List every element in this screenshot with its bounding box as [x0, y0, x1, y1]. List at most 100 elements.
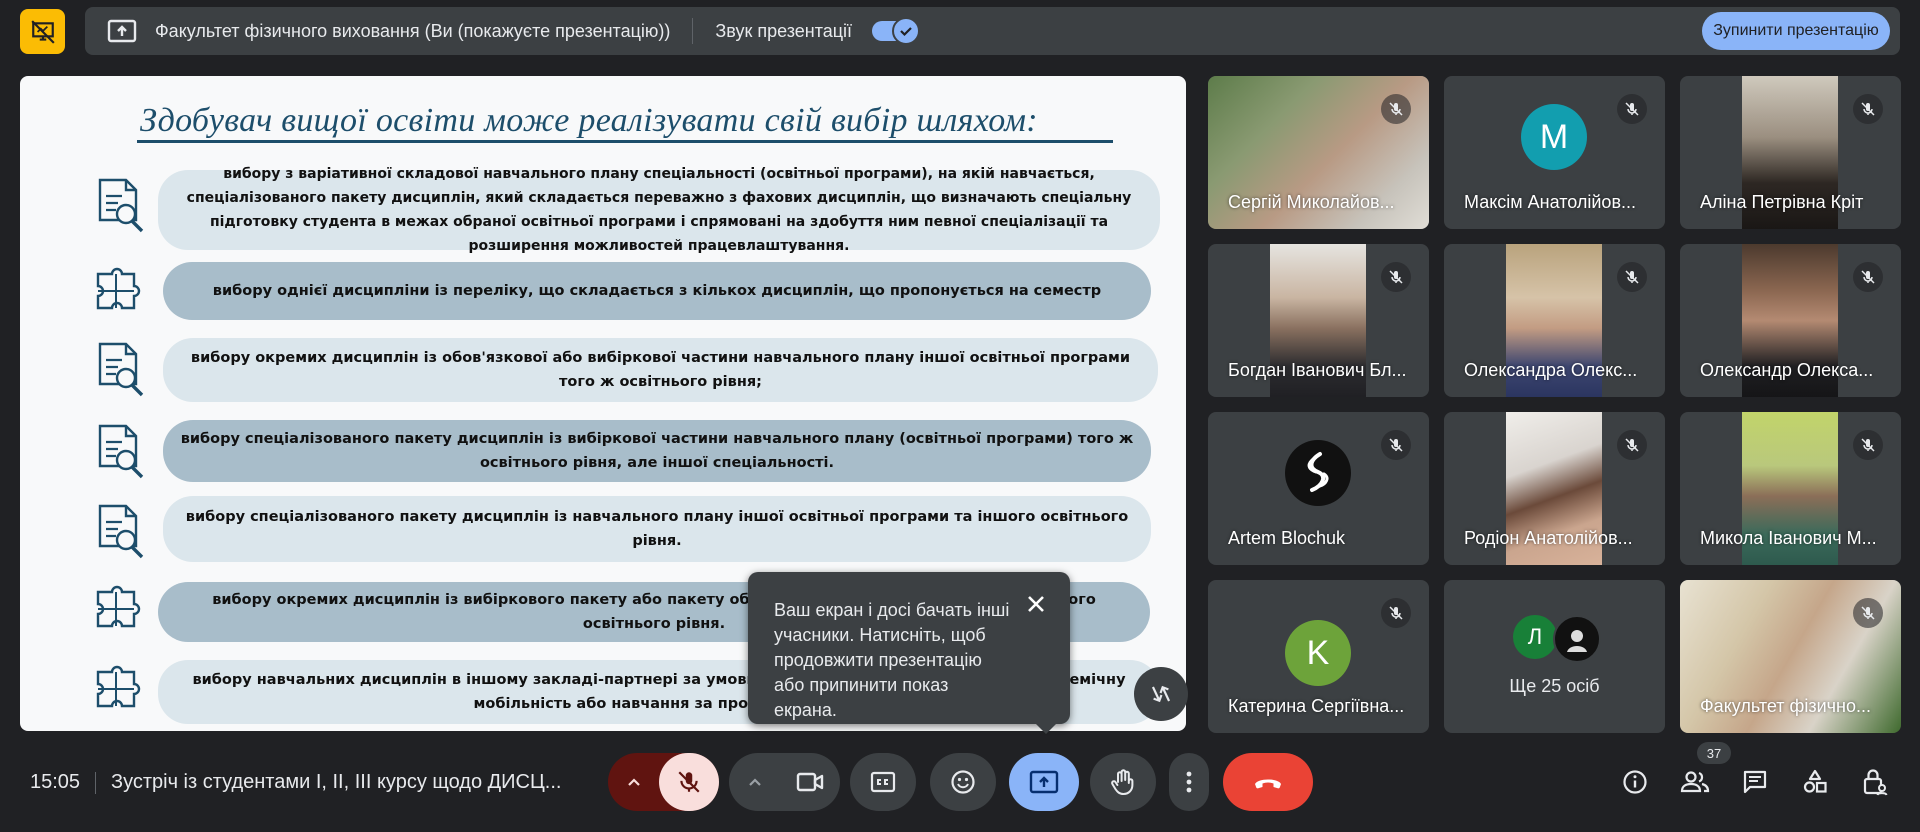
- mic-off-icon: [678, 771, 700, 793]
- slide-item-4: вибору спеціалізованого пакету дисциплін…: [163, 420, 1151, 482]
- meeting-details-button[interactable]: [1615, 762, 1655, 802]
- present-to-all-icon: [1029, 770, 1059, 794]
- document-search-icon: [98, 342, 144, 397]
- chevron-up-icon: [628, 778, 640, 786]
- more-participants-tile[interactable]: Л Ще 25 осіб: [1444, 580, 1665, 733]
- camera-toggle-button[interactable]: [780, 753, 840, 811]
- emoji-icon: [951, 770, 975, 794]
- participant-name: Максім Анатолійов...: [1464, 192, 1637, 212]
- leave-call-button[interactable]: [1223, 753, 1313, 811]
- participant-tile[interactable]: Микола Іванович М...: [1680, 412, 1901, 565]
- participant-tile[interactable]: Олександра Олекс...: [1444, 244, 1665, 397]
- participant-tile[interactable]: Аліна Петрівна Кріт: [1680, 76, 1901, 229]
- more-vert-icon: [1186, 771, 1192, 793]
- mic-off-icon: [1381, 94, 1411, 124]
- participant-tile[interactable]: Богдан Іванович Бл...: [1208, 244, 1429, 397]
- participant-tile[interactable]: Родіон Анатолійов...: [1444, 412, 1665, 565]
- more-options-button[interactable]: [1169, 753, 1209, 811]
- logo-avatar-icon: [1285, 440, 1351, 506]
- divider: [692, 18, 694, 44]
- participant-name: Катерина Сергіївна...: [1228, 696, 1405, 716]
- activities-button[interactable]: [1795, 762, 1835, 802]
- participant-name: Олександра Олекс...: [1464, 360, 1638, 380]
- presentation-mode-button[interactable]: [20, 9, 65, 54]
- video-options-button[interactable]: [729, 753, 781, 811]
- shapes-icon: [1803, 769, 1827, 793]
- raise-hand-button[interactable]: [1090, 753, 1156, 811]
- tooltip-arrow: [1036, 724, 1056, 734]
- close-icon: [1028, 596, 1044, 612]
- participant-name: Родіон Анатолійов...: [1464, 528, 1633, 548]
- videocam-icon: [796, 772, 824, 792]
- participant-name: Сергій Миколайов...: [1228, 192, 1395, 212]
- participant-tile[interactable]: Олександр Олекса...: [1680, 244, 1901, 397]
- mic-off-icon: [1381, 430, 1411, 460]
- participant-avatar: M: [1521, 104, 1587, 170]
- participant-tile[interactable]: Факультет фізично...: [1680, 580, 1901, 733]
- info-icon: [1623, 770, 1647, 794]
- slide-item-2: вибору однієї дисципліни із переліку, що…: [163, 262, 1151, 320]
- camera-control-group: [729, 753, 840, 811]
- presenting-title: Факультет фізичного виховання (Ви (покаж…: [155, 20, 671, 41]
- microphone-toggle-button[interactable]: [659, 753, 719, 811]
- tooltip-text: Ваш екран і досі бачать інші учасники. Н…: [774, 600, 1010, 720]
- present-now-button[interactable]: [1009, 753, 1079, 811]
- present-screen-icon: [105, 14, 139, 48]
- mic-off-icon: [1853, 598, 1883, 628]
- chat-button[interactable]: [1735, 762, 1775, 802]
- mic-off-icon: [1381, 598, 1411, 628]
- reactions-button[interactable]: [930, 753, 996, 811]
- presentation-sound-label: Звук презентації: [715, 20, 853, 41]
- mic-off-icon: [1617, 430, 1647, 460]
- presentation-off-icon: [30, 19, 55, 44]
- mic-off-icon: [1381, 262, 1411, 292]
- more-avatars: Л: [1513, 615, 1601, 663]
- meeting-title: Зустріч із студентами І, ІІ, ІІІ курсу щ…: [111, 771, 562, 793]
- host-controls-button[interactable]: [1855, 762, 1895, 802]
- participant-tile[interactable]: K Катерина Сергіївна...: [1208, 580, 1429, 733]
- participant-name: Олександр Олекса...: [1700, 360, 1874, 380]
- closed-captions-icon: [870, 771, 896, 793]
- people-icon: [1680, 771, 1710, 793]
- presentation-sound-toggle[interactable]: [872, 17, 921, 45]
- participant-name: Богдан Іванович Бл...: [1228, 360, 1407, 380]
- mic-off-icon: [1853, 430, 1883, 460]
- chat-icon: [1743, 770, 1767, 794]
- puzzle-icon: [96, 585, 141, 628]
- participant-tile[interactable]: Сергій Миколайов...: [1208, 76, 1429, 229]
- stop-presenting-button[interactable]: Зупинити презентацію: [1702, 12, 1890, 50]
- hand-icon: [1111, 769, 1134, 796]
- participant-name: Artem Blochuk: [1228, 528, 1346, 548]
- slide-item-1: вибору з варіативної складової навчально…: [158, 166, 1160, 254]
- divider: [95, 772, 96, 794]
- participant-tile[interactable]: Artem Blochuk: [1208, 412, 1429, 565]
- mic-control-group: [608, 753, 719, 811]
- participant-name: Факультет фізично...: [1700, 696, 1871, 716]
- more-participants-label: Ще 25 осіб: [1509, 676, 1600, 696]
- tooltip-close-button[interactable]: [1022, 590, 1050, 618]
- slide-title: Здобувач вищої освіти може реалізувати с…: [140, 102, 1038, 139]
- participant-tile[interactable]: M Максім Анатолійов...: [1444, 76, 1665, 229]
- document-search-icon: [98, 504, 144, 559]
- participant-count-badge: 37: [1697, 742, 1731, 764]
- meeting-time: 15:05: [30, 771, 81, 793]
- puzzle-icon: [96, 665, 141, 708]
- check-icon: [892, 17, 921, 45]
- document-search-icon: [98, 178, 144, 233]
- participant-avatar: K: [1285, 620, 1351, 686]
- slide-item-5: вибору спеціалізованого пакету дисциплін…: [163, 496, 1151, 562]
- people-button[interactable]: [1675, 762, 1715, 802]
- captions-button[interactable]: [850, 753, 916, 811]
- audio-options-button[interactable]: [608, 753, 660, 811]
- participant-photo-avatar: [1553, 615, 1601, 663]
- swap-layout-button[interactable]: [1134, 667, 1188, 721]
- lock-person-icon: [1863, 769, 1888, 796]
- mic-off-icon: [1617, 262, 1647, 292]
- participant-name: Микола Іванович М...: [1700, 528, 1877, 548]
- presenting-bar: Факультет фізичного виховання (Ви (покаж…: [85, 7, 1900, 55]
- title-underline: [137, 140, 1113, 143]
- mic-off-icon: [1853, 94, 1883, 124]
- participant-avatar: Л: [1513, 615, 1557, 659]
- presenting-tooltip: Ваш екран і досі бачать інші учасники. Н…: [748, 572, 1070, 734]
- swap-vertical-icon: [1151, 685, 1171, 703]
